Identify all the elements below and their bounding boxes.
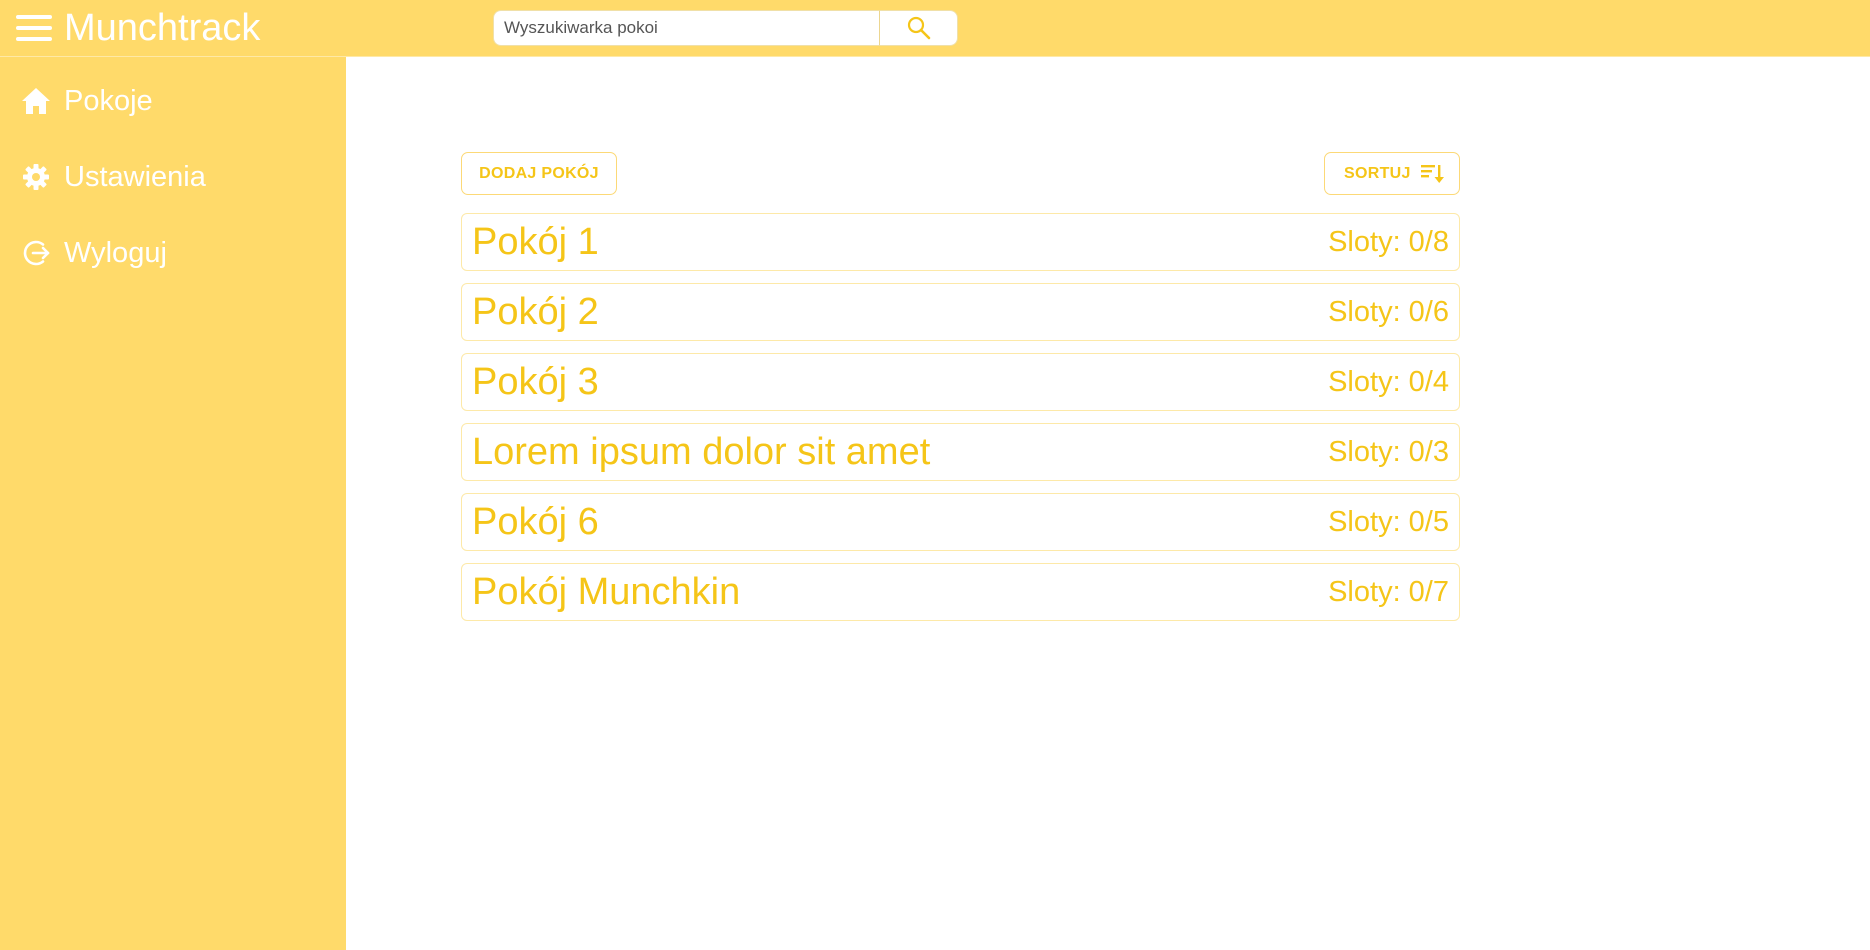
sidebar-item-logout[interactable]: Wyloguj <box>0 223 346 283</box>
search-bar <box>493 10 958 46</box>
room-slots: Sloty: 0/5 <box>1328 506 1449 538</box>
room-name: Pokój 2 <box>472 291 599 333</box>
add-room-button[interactable]: DODAJ POKÓJ <box>461 152 617 195</box>
search-icon <box>907 16 930 40</box>
room-name: Pokój 6 <box>472 501 599 543</box>
menu-icon[interactable] <box>16 12 52 44</box>
sidebar-item-label: Wyloguj <box>64 236 167 269</box>
room-list-item[interactable]: Pokój 3 Sloty: 0/4 <box>461 353 1460 411</box>
sort-button-label: SORTUJ <box>1344 164 1411 182</box>
sidebar-item-label: Ustawienia <box>64 160 206 193</box>
home-icon <box>20 85 52 117</box>
room-name: Pokój 1 <box>472 221 599 263</box>
room-name: Pokój Munchkin <box>472 571 741 613</box>
room-slots: Sloty: 0/8 <box>1328 226 1449 258</box>
logout-icon <box>20 237 52 269</box>
room-list-item[interactable]: Pokój Munchkin Sloty: 0/7 <box>461 563 1460 621</box>
room-list-item[interactable]: Pokój 6 Sloty: 0/5 <box>461 493 1460 551</box>
gear-icon <box>20 161 52 193</box>
app-title: Munchtrack <box>64 7 261 49</box>
sidebar: Pokoje Ustawienia Wyloguj <box>0 57 346 950</box>
sidebar-item-settings[interactable]: Ustawienia <box>0 147 346 207</box>
sort-button[interactable]: SORTUJ <box>1324 152 1460 195</box>
top-bar: Munchtrack <box>0 0 1870 57</box>
room-slots: Sloty: 0/3 <box>1328 436 1449 468</box>
search-input[interactable] <box>493 10 879 46</box>
sort-icon <box>1421 165 1444 183</box>
sidebar-item-label: Pokoje <box>64 84 153 117</box>
room-name: Lorem ipsum dolor sit amet <box>472 431 931 473</box>
search-button[interactable] <box>879 10 958 46</box>
sidebar-item-rooms[interactable]: Pokoje <box>0 71 346 131</box>
room-slots: Sloty: 0/7 <box>1328 576 1449 608</box>
room-slots: Sloty: 0/6 <box>1328 296 1449 328</box>
room-slots: Sloty: 0/4 <box>1328 366 1449 398</box>
room-list-item[interactable]: Pokój 2 Sloty: 0/6 <box>461 283 1460 341</box>
room-list-item[interactable]: Pokój 1 Sloty: 0/8 <box>461 213 1460 271</box>
room-name: Pokój 3 <box>472 361 599 403</box>
main-content: DODAJ POKÓJ SORTUJ Pokój 1 Sloty: 0/8 Po… <box>346 57 1870 950</box>
room-list-item[interactable]: Lorem ipsum dolor sit amet Sloty: 0/3 <box>461 423 1460 481</box>
